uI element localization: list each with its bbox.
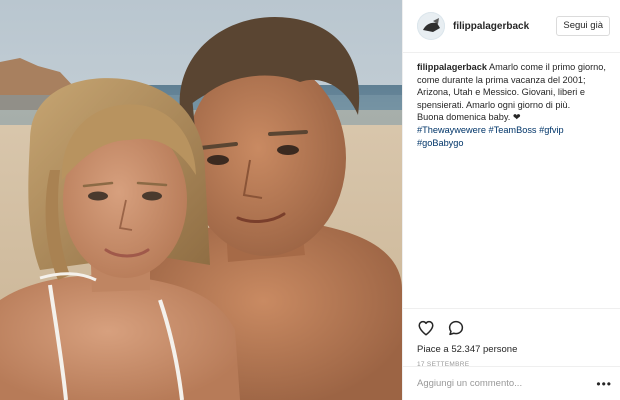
post-caption: filippalagerback Amarlo come il primo gi…	[403, 53, 620, 303]
comment-bar: •••	[403, 366, 620, 400]
caption-line-2: Buona domenica baby.	[417, 112, 511, 123]
avatar-image	[417, 12, 445, 40]
hashtag-gobabygo[interactable]: #goBabygo	[417, 138, 464, 148]
heart-outline-icon[interactable]	[417, 319, 435, 337]
speech-bubble-icon[interactable]	[447, 319, 465, 337]
action-icons	[417, 317, 606, 339]
post-actions: Piace a 52.347 persone 17 SETTEMBRE	[403, 308, 620, 368]
ellipsis-icon[interactable]: •••	[596, 378, 612, 390]
avatar[interactable]	[417, 12, 445, 40]
heart-emoji: ❤	[512, 112, 521, 123]
post-header: filippalagerback Segui già	[403, 0, 620, 53]
hashtag-gfvip[interactable]: #gfvip	[539, 125, 564, 135]
header-username[interactable]: filippalagerback	[453, 21, 556, 32]
instagram-post: filippalagerback Segui già filippalagerb…	[0, 0, 620, 400]
selfie-photo-illustration	[0, 0, 402, 400]
post-side-panel: filippalagerback Segui già filippalagerb…	[402, 0, 620, 400]
hashtag-thewaywewere[interactable]: #Thewaywewere	[417, 125, 486, 135]
likes-count[interactable]: Piace a 52.347 persone	[417, 344, 606, 355]
following-button[interactable]: Segui già	[556, 16, 610, 36]
hashtag-teamboss[interactable]: #TeamBoss	[489, 125, 537, 135]
comment-input[interactable]	[417, 378, 597, 389]
caption-username[interactable]: filippalagerback	[417, 62, 487, 72]
post-photo[interactable]	[0, 0, 402, 400]
